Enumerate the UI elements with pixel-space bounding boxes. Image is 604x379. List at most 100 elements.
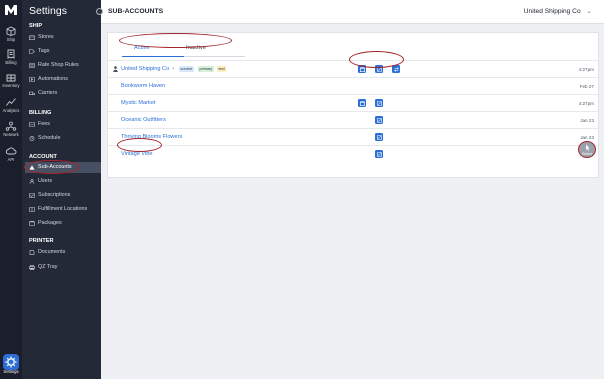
automation-icon [29, 77, 35, 82]
edit-action-button[interactable] [375, 150, 383, 158]
annotation-circle [24, 160, 80, 174]
close-icon[interactable]: × [172, 66, 175, 71]
location-icon [29, 207, 35, 212]
cloud-icon [5, 147, 17, 155]
box-icon [6, 26, 16, 36]
sidebar-item-documents[interactable]: Documents [25, 247, 101, 258]
table-row[interactable]: Oceanic Outfitters Jan 23 [108, 111, 600, 128]
tab-active-indicator [122, 56, 184, 57]
clock-icon [29, 136, 35, 141]
sidebar-item-label: Fees [38, 121, 50, 127]
sidebar-item-label: Fulfillment Locations [38, 206, 88, 212]
sidebar-item-label: Stores [38, 34, 54, 40]
warehouse-icon [6, 74, 16, 82]
sidebar-item-label: Schedule [38, 135, 61, 141]
package-icon [29, 221, 35, 226]
last-active-date: Jan 23 [580, 118, 594, 123]
sidebar-item-label: Packages [38, 220, 62, 226]
sidebar-item-label: Automations [38, 76, 68, 82]
edit-action-button[interactable] [375, 116, 383, 124]
section-ship: SHIP [29, 23, 43, 29]
subscriptions-icon [29, 193, 35, 198]
sub-account-name[interactable]: United Shipping Co [121, 66, 169, 72]
last-active-date: Jan 23 [580, 135, 594, 140]
logo-icon[interactable] [4, 4, 18, 16]
rail-settings-label: Settings [3, 369, 19, 374]
rail-label: Analytics [2, 108, 20, 113]
edit-action-button[interactable] [375, 133, 383, 141]
table-row[interactable]: Bookworm Haven Feb 27 [108, 77, 600, 94]
section-printer: PRINTER [29, 238, 54, 244]
table-row[interactable]: Vintage Vibe [108, 145, 600, 162]
rail-item-ship[interactable]: Ship [0, 26, 22, 42]
sidebar-item-label: Documents [38, 249, 66, 255]
sidebar-item-packages[interactable]: Packages [25, 218, 101, 229]
sidebar-item-subscriptions[interactable]: Subscriptions [25, 190, 101, 201]
account-switcher[interactable]: United Shipping Co ⌄ [524, 7, 592, 15]
sidebar-item-label: Carriers [38, 90, 58, 96]
rail-item-billing[interactable]: Billing [0, 49, 22, 65]
tag-icon [29, 49, 35, 54]
rail-label: Network [3, 132, 19, 137]
sidebar-item-rate-shop-rules[interactable]: Rate Shop Rules [25, 60, 101, 71]
receipt-icon [7, 49, 15, 59]
sidebar-item-carriers[interactable]: Carriers [25, 88, 101, 99]
annotation-circle [349, 51, 404, 68]
sidebar-item-users[interactable]: Users [25, 176, 101, 187]
sidebar-item-label: Users [38, 178, 53, 184]
edit-icon [376, 134, 382, 140]
store-icon [359, 66, 365, 72]
rail-label: Billing [5, 60, 17, 65]
network-icon [5, 121, 17, 131]
rail-label: Ship [6, 37, 16, 42]
rail-item-network[interactable]: Network [0, 121, 22, 137]
edit-icon [376, 100, 382, 106]
sidebar-collapse-toggle[interactable] [96, 8, 103, 15]
rail-item-analytics[interactable]: Analytics [0, 97, 22, 113]
sidebar-item-label: Tags [38, 48, 50, 54]
edit-action-button[interactable] [375, 99, 383, 107]
switch-icon [393, 66, 399, 72]
sidebar-item-stores[interactable]: Stores [25, 32, 101, 43]
sidebar-item-fulfillment-locations[interactable]: Fulfillment Locations [25, 204, 101, 215]
rail-label: Inventory [2, 83, 20, 88]
sub-account-name[interactable]: Mystic Market [121, 100, 156, 106]
rules-icon [29, 63, 35, 68]
sub-account-name[interactable]: Oceanic Outfitters [121, 117, 166, 123]
chevron-down-icon: ⌄ [586, 8, 592, 15]
store-icon [359, 100, 365, 106]
sidebar-item-qz-tray[interactable]: QZ Tray [25, 262, 101, 273]
sidebar-title: Settings [29, 5, 67, 17]
sidebar-item-label: Subscriptions [38, 192, 71, 198]
sidebar-item-schedule[interactable]: Schedule [25, 133, 101, 144]
status-badge: test [217, 66, 227, 72]
sidebar-item-automations[interactable]: Automations [25, 74, 101, 85]
table-row[interactable]: Thriving Blooms Flowers Jan 23 [108, 128, 600, 145]
select-button[interactable]: Select [578, 141, 596, 158]
store-action-button[interactable] [358, 99, 366, 107]
user-icon [113, 66, 118, 72]
gear-icon [5, 356, 17, 368]
rail-item-inventory[interactable]: Inventory [0, 72, 22, 88]
store-icon [29, 35, 35, 40]
rail-label: API [7, 157, 15, 162]
sidebar-item-fees[interactable]: Fees [25, 119, 101, 130]
rail-item-api[interactable]: API [0, 146, 22, 162]
chart-icon [6, 98, 16, 106]
last-active-date: Feb 27 [579, 84, 594, 89]
main-content: Active Inactive United Shipping Co × cur… [101, 24, 604, 379]
rail-settings-button[interactable] [3, 354, 19, 370]
sidebar-item-label: QZ Tray [38, 264, 58, 270]
document-icon [29, 250, 35, 255]
status-badge: current [179, 66, 194, 72]
truck-icon [29, 91, 35, 95]
last-active-date: 4:27pm [578, 67, 594, 72]
fees-icon [29, 122, 35, 127]
section-billing: BILLING [29, 110, 52, 116]
table-row[interactable]: Mystic Market 4:27pm [108, 94, 600, 111]
printer-icon [29, 265, 35, 270]
edit-icon [376, 151, 382, 157]
sub-account-name[interactable]: Bookworm Haven [121, 83, 165, 89]
sidebar-item-label: Rate Shop Rules [38, 62, 79, 68]
sidebar-item-tags[interactable]: Tags [25, 46, 101, 57]
